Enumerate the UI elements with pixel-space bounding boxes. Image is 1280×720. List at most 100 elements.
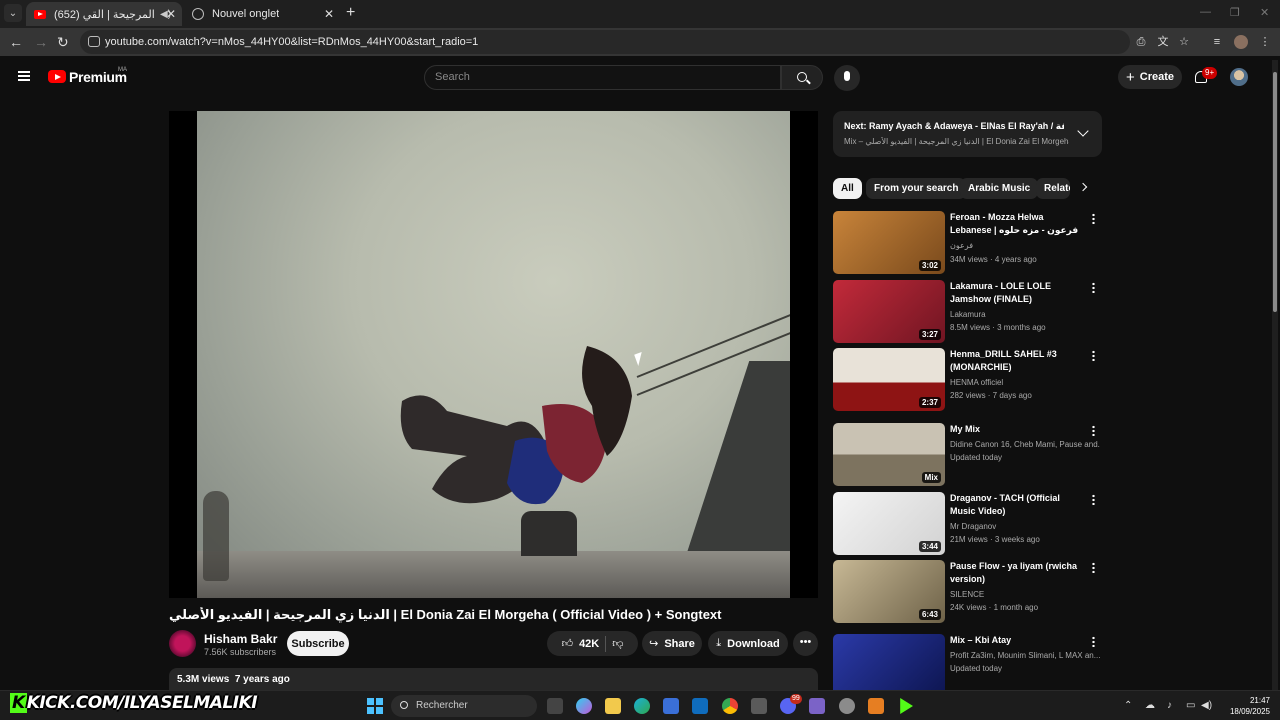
more-actions-button[interactable]: ••• (793, 631, 818, 656)
tab-search-icon[interactable]: ⌄ (4, 4, 22, 22)
chevron-right-icon[interactable] (1078, 182, 1088, 192)
close-tab-icon[interactable]: ✕ (324, 7, 334, 21)
bookmark-star-icon[interactable]: ☆ (1177, 35, 1191, 49)
edge-browser-icon[interactable] (634, 698, 650, 714)
back-icon[interactable]: ← (9, 33, 23, 51)
subscribe-button[interactable]: Subscribe (287, 631, 349, 656)
thumbs-down-icon[interactable]: 👎︎ (612, 637, 623, 650)
recommendation-item[interactable]: Mix – Kbi Atay Profit Za3im, Mounim Slim… (833, 634, 1103, 690)
search-button[interactable] (781, 65, 823, 90)
kebab-menu-icon[interactable] (1092, 494, 1095, 505)
reading-list-icon[interactable]: ≡ (1210, 35, 1224, 49)
new-tab-button[interactable]: + (346, 5, 355, 21)
kebab-menu-icon[interactable] (1092, 350, 1095, 361)
cloud-icon[interactable]: ☁ (1145, 700, 1155, 711)
close-window-icon[interactable]: ✕ (1260, 6, 1269, 19)
youtube-logo-icon[interactable] (48, 70, 66, 83)
kebab-menu-icon[interactable] (1092, 562, 1095, 573)
recommendation-item[interactable]: 6:43 Pause Flow - ya liyam (rwicha versi… (833, 560, 1103, 624)
kebab-menu-icon[interactable] (1092, 282, 1095, 293)
chrome-icon[interactable] (722, 698, 738, 714)
recommendation-title[interactable]: My Mix (950, 423, 1080, 436)
forward-icon[interactable]: → (34, 33, 48, 51)
recommendation-channel[interactable]: HENMA officiel (950, 378, 1100, 387)
video-player[interactable] (169, 111, 818, 598)
account-avatar[interactable] (1230, 68, 1248, 86)
file-explorer-icon[interactable] (605, 698, 621, 714)
video-thumbnail[interactable]: 3:02 (833, 211, 945, 274)
recommendation-channel[interactable]: Lakamura (950, 310, 1100, 319)
channel-avatar[interactable] (169, 630, 196, 657)
recommendation-title[interactable]: Feroan - Mozza Helwa Lebanese | فرعون - … (950, 211, 1080, 237)
obs-icon[interactable] (839, 698, 855, 714)
browser-menu-icon[interactable]: ⋮ (1258, 35, 1272, 49)
recommendation-item[interactable]: 2:37 Henma_DRILL SAHEL #3 (MONARCHIE) HE… (833, 348, 1103, 412)
browser-profile-avatar[interactable] (1234, 35, 1248, 49)
video-thumbnail[interactable] (833, 634, 945, 690)
chevron-down-icon[interactable] (1077, 125, 1089, 137)
recommendation-channel[interactable]: Mr Draganov (950, 522, 1100, 531)
microphone-tray-icon[interactable]: ♪ (1167, 700, 1172, 711)
display-icon[interactable]: ▭ (1186, 700, 1195, 711)
kebab-menu-icon[interactable] (1092, 425, 1095, 436)
taskbar-search[interactable]: Rechercher (391, 695, 537, 717)
video-thumbnail[interactable]: 2:37 (833, 348, 945, 411)
kebab-menu-icon[interactable] (1092, 636, 1095, 647)
maximize-icon[interactable]: ❐ (1230, 6, 1240, 19)
recommendation-channel[interactable]: Profit Za3im, Mounim Slimani, L MAX an..… (950, 651, 1100, 660)
volume-icon[interactable]: ◀) (1201, 700, 1212, 711)
create-button[interactable]: + Create (1118, 65, 1182, 89)
chip-related[interactable]: Related (1036, 178, 1070, 199)
windows-start-icon[interactable] (367, 698, 383, 714)
task-view-icon[interactable] (547, 698, 563, 714)
up-next-card[interactable]: Next: Ramy Ayach & Adaweya - ElNas El Ra… (833, 111, 1102, 157)
kebab-menu-icon[interactable] (1092, 213, 1095, 224)
reload-icon[interactable]: ↻ (57, 33, 69, 51)
recommendation-channel[interactable]: Didine Canon 16, Cheb Mami, Pause and... (950, 440, 1100, 449)
description-box[interactable]: 5.3M views 7 years ago (169, 668, 818, 692)
search-input[interactable]: Search (424, 65, 781, 90)
recommendation-title[interactable]: Henma_DRILL SAHEL #3 (MONARCHIE) (950, 348, 1080, 374)
tab-youtube[interactable]: (652) الدنيا زي المرجيحة | القي ◀) ✕ (26, 2, 182, 26)
like-count[interactable]: 42K (579, 638, 599, 650)
install-app-icon[interactable]: ⎙ (1134, 35, 1148, 49)
channel-name[interactable]: Hisham Bakr (204, 632, 277, 646)
tray-expand-icon[interactable]: ⌃ (1124, 700, 1132, 711)
game-controller-icon[interactable] (809, 698, 825, 714)
system-clock[interactable]: 21:47 18/09/2025 (1222, 695, 1270, 717)
kick-app-icon[interactable] (900, 698, 913, 714)
minimize-icon[interactable]: — (1200, 6, 1211, 18)
chip-all[interactable]: All (833, 178, 862, 199)
recommendation-title[interactable]: Mix – Kbi Atay (950, 634, 1080, 647)
recommendation-title[interactable]: Draganov - TACH (Official Music Video) (950, 492, 1080, 518)
video-thumbnail[interactable]: 6:43 (833, 560, 945, 623)
recommendation-title[interactable]: Pause Flow - ya liyam (rwicha version) (950, 560, 1080, 586)
chip-from-your-search[interactable]: From your search (866, 178, 967, 199)
recommendation-item[interactable]: Mix My Mix Didine Canon 16, Cheb Mami, P… (833, 423, 1103, 487)
store-icon[interactable] (663, 698, 679, 714)
tab-new-tab[interactable]: Nouvel onglet ✕ (184, 2, 340, 26)
scrollbar-thumb[interactable] (1273, 72, 1277, 312)
address-bar[interactable]: youtube.com/watch?v=nMos_44HY00&list=RDn… (80, 30, 1130, 54)
thumbs-up-icon[interactable]: 👍︎ (562, 637, 574, 650)
recommendation-item[interactable]: 3:27 Lakamura - LOLE LOLE Jamshow (FINAL… (833, 280, 1103, 344)
copilot-icon[interactable] (576, 698, 592, 714)
video-thumbnail[interactable]: 3:27 (833, 280, 945, 343)
recommendation-channel[interactable]: SILENCE (950, 590, 1100, 599)
translate-icon[interactable]: 文 (1156, 35, 1170, 49)
close-tab-icon[interactable]: ✕ (166, 7, 176, 21)
video-thumbnail[interactable]: 3:44 (833, 492, 945, 555)
recommendation-item[interactable]: 3:02 Feroan - Mozza Helwa Lebanese | فرع… (833, 211, 1103, 275)
menu-icon[interactable] (18, 71, 30, 81)
download-button[interactable]: ⤓ Download (708, 631, 788, 656)
recommendation-item[interactable]: 3:44 Draganov - TACH (Official Music Vid… (833, 492, 1103, 556)
recommendation-title[interactable]: Lakamura - LOLE LOLE Jamshow (FINALE) (950, 280, 1080, 306)
video-thumbnail[interactable]: Mix (833, 423, 945, 486)
share-button[interactable]: ↪ Share (642, 631, 702, 656)
recommendation-channel[interactable]: فرعون (950, 241, 1100, 250)
outlook-icon[interactable] (692, 698, 708, 714)
vlc-icon[interactable] (868, 698, 884, 714)
photos-icon[interactable] (751, 698, 767, 714)
chip-arabic-music[interactable]: Arabic Music (960, 178, 1039, 199)
site-info-icon[interactable] (88, 36, 100, 47)
